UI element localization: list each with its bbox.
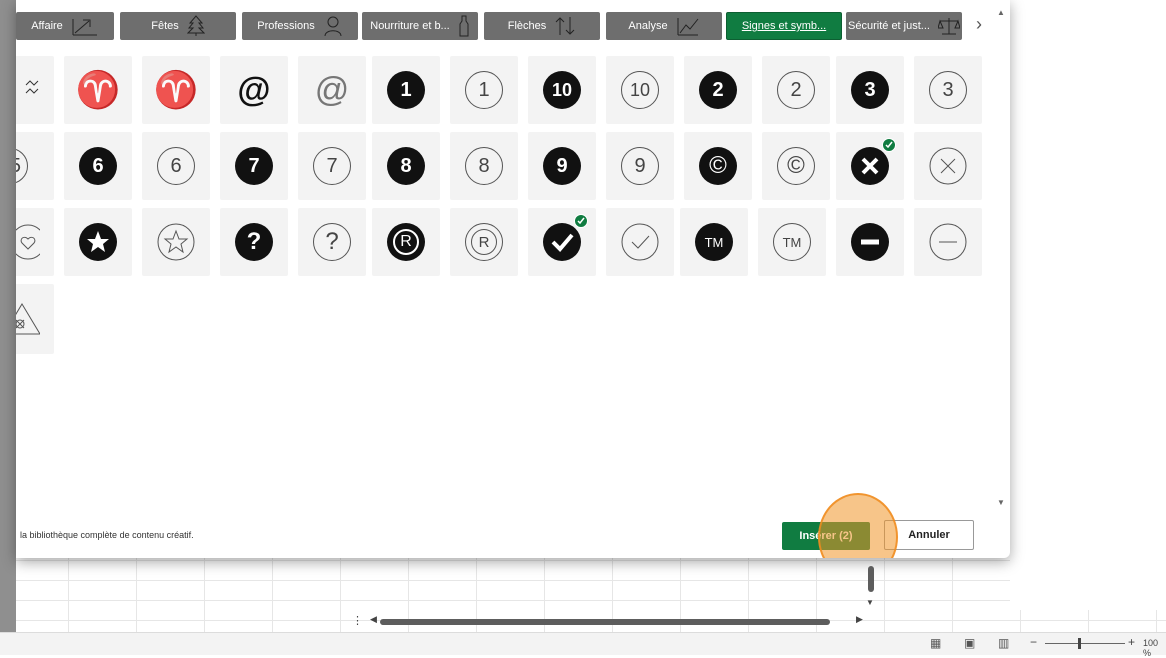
person-icon [323, 15, 343, 37]
registered-filled-icon[interactable]: R [372, 208, 440, 276]
tab-affaire[interactable]: Affaire [16, 12, 114, 40]
minus-filled-icon[interactable] [836, 208, 904, 276]
number-8-filled-icon[interactable]: 8 [372, 132, 440, 200]
category-tabs: Affaire Fêtes Professions Nourriture et … [16, 12, 996, 40]
at-bold-icon[interactable]: @ [220, 56, 288, 124]
tab-label: Flèches [507, 20, 547, 32]
tab-label: Affaire [31, 20, 63, 32]
tab-label: Nourriture et b... [370, 20, 450, 32]
page-layout-icon[interactable]: ▣ [964, 636, 975, 650]
tab-nourriture[interactable]: Nourriture et b... [362, 12, 478, 40]
zoom-level[interactable]: 100 % [1143, 638, 1166, 658]
scroll-down-icon[interactable]: ▼ [997, 498, 1005, 507]
scroll-up-icon[interactable]: ▲ [997, 8, 1005, 17]
star-filled-icon[interactable] [64, 208, 132, 276]
number-9-outline-icon[interactable]: 9 [606, 132, 674, 200]
sheet-vertical-scrollbar[interactable]: ▼ [862, 560, 878, 610]
tab-fetes[interactable]: Fêtes [120, 12, 236, 40]
scroll-left-icon[interactable]: ◀ [370, 614, 377, 625]
scroll-down-icon[interactable]: ▼ [866, 598, 874, 607]
sheet-margin [1010, 0, 1166, 610]
zoom-in-icon[interactable]: + [1128, 635, 1135, 649]
question-filled-icon[interactable]: ? [220, 208, 288, 276]
chevron-right-icon[interactable]: › [976, 14, 982, 35]
number-10-filled-icon[interactable]: 10 [528, 56, 596, 124]
number-2-filled-icon[interactable]: 2 [684, 56, 752, 124]
tab-label: Fêtes [151, 20, 179, 32]
close-outline-icon[interactable] [914, 132, 982, 200]
aries-bold-icon[interactable]: ♈ [64, 56, 132, 124]
checkmark-outline-icon[interactable] [606, 208, 674, 276]
tab-securite[interactable]: Sécurité et just... [846, 12, 962, 40]
zoom-slider[interactable] [1045, 643, 1125, 644]
scale-icon [937, 16, 960, 36]
number-6-outline-icon[interactable]: 6 [142, 132, 210, 200]
insert-icons-dialog: Affaire Fêtes Professions Nourriture et … [16, 0, 1010, 558]
at-outline-icon[interactable]: @ [298, 56, 366, 124]
number-2-outline-icon[interactable]: 2 [762, 56, 830, 124]
minus-outline-icon[interactable] [914, 208, 982, 276]
icon-gallery: ♈ ♈ @ @ 1 1 10 10 2 2 3 3 6 6 7 7 8 8 9 … [16, 56, 996, 356]
tab-label: Professions [257, 20, 315, 32]
tab-label: Sécurité et just... [848, 20, 930, 32]
tab-professions[interactable]: Professions [242, 12, 358, 40]
zoom-out-icon[interactable]: − [1030, 635, 1037, 649]
selected-check-icon [882, 138, 896, 152]
tab-label: Signes et symb... [741, 20, 827, 32]
question-outline-icon[interactable]: ? [298, 208, 366, 276]
sheet-horizontal-scrollbar[interactable]: ⋮ ◀ ▶ [340, 614, 863, 630]
checkmark-filled-icon[interactable] [528, 208, 596, 276]
tab-analyse[interactable]: Analyse [606, 12, 722, 40]
dialog-scrollbar[interactable]: ▲ ▼ [994, 8, 1010, 508]
number-7-filled-icon[interactable]: 7 [220, 132, 288, 200]
tab-fleches[interactable]: Flèches [484, 12, 600, 40]
number-10-outline-icon[interactable]: 10 [606, 56, 674, 124]
tree-icon [186, 15, 205, 37]
normal-view-icon[interactable]: ▦ [930, 636, 941, 650]
click-highlight [818, 493, 898, 558]
footer-library-text: la bibliothèque complète de contenu créa… [20, 530, 194, 540]
scroll-thumb[interactable] [868, 566, 874, 592]
copyright-outline-icon[interactable]: © [762, 132, 830, 200]
number-3-outline-icon[interactable]: 3 [914, 56, 982, 124]
bottle-icon [458, 15, 470, 37]
aries-outline-icon[interactable]: ♈ [142, 56, 210, 124]
copyright-filled-icon[interactable]: © [684, 132, 752, 200]
window-edge [0, 0, 16, 654]
trademark-outline-icon[interactable]: TM [758, 208, 826, 276]
close-filled-icon[interactable] [836, 132, 904, 200]
number-7-outline-icon[interactable]: 7 [298, 132, 366, 200]
number-3-filled-icon[interactable]: 3 [836, 56, 904, 124]
number-6-filled-icon[interactable]: 6 [64, 132, 132, 200]
number-1-filled-icon[interactable]: 1 [372, 56, 440, 124]
trademark-filled-icon[interactable]: TM [680, 208, 748, 276]
biohazard-warning-icon[interactable] [16, 284, 54, 354]
more-options-icon[interactable]: ⋮ [352, 614, 363, 627]
chart-arrow-icon [71, 15, 99, 37]
number-1-outline-icon[interactable]: 1 [450, 56, 518, 124]
scroll-right-icon[interactable]: ▶ [856, 614, 863, 625]
status-bar: ▦ ▣ ▥ − + 100 % [0, 632, 1166, 658]
heart-outline-icon[interactable] [16, 208, 54, 276]
registered-outline-icon[interactable]: R [450, 208, 518, 276]
star-outline-icon[interactable] [142, 208, 210, 276]
scroll-thumb[interactable] [380, 619, 830, 625]
arrows-updown-icon [554, 15, 576, 37]
wave-icon[interactable] [16, 56, 54, 124]
number-8-outline-icon[interactable]: 8 [450, 132, 518, 200]
selected-check-icon [574, 214, 588, 228]
page-break-icon[interactable]: ▥ [998, 636, 1009, 650]
zoom-thumb[interactable] [1078, 638, 1081, 649]
chart-line-icon [676, 15, 700, 37]
number-5-outline-icon[interactable]: 5 [16, 132, 54, 200]
number-9-filled-icon[interactable]: 9 [528, 132, 596, 200]
tab-signes[interactable]: Signes et symb... [726, 12, 842, 40]
tab-label: Analyse [628, 20, 668, 32]
